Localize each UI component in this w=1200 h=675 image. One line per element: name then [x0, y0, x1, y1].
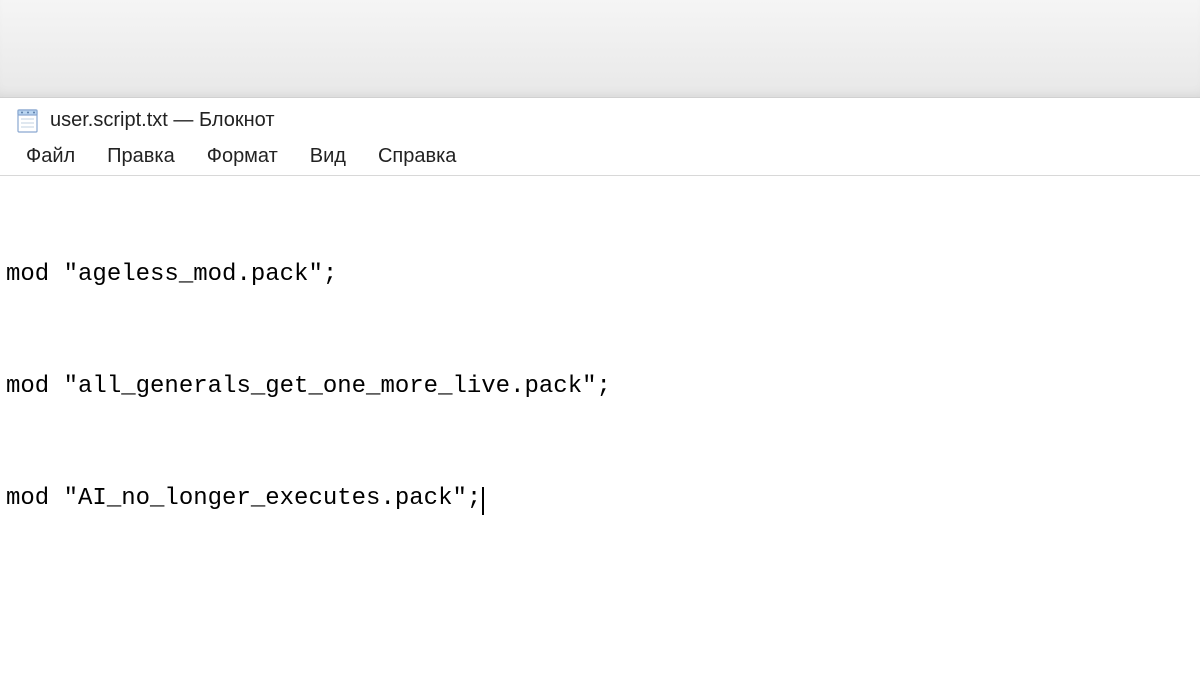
notepad-window: user.script.txt — Блокнот Файл Правка Фо…: [0, 98, 1200, 597]
menu-file[interactable]: Файл: [10, 141, 91, 172]
menu-help[interactable]: Справка: [362, 141, 472, 172]
editor-line: mod "all_generals_get_one_more_live.pack…: [6, 368, 1194, 405]
title-filename: user.script.txt: [50, 109, 168, 131]
editor-line: mod "ageless_mod.pack";: [6, 256, 1194, 293]
editor-line: mod "AI_no_longer_executes.pack";: [6, 480, 1194, 517]
menubar: Файл Правка Формат Вид Справка: [0, 138, 1200, 176]
menu-edit[interactable]: Правка: [91, 141, 191, 172]
text-editor-area[interactable]: mod "ageless_mod.pack"; mod "all_general…: [0, 176, 1200, 597]
browser-top-space: [0, 0, 1200, 98]
editor-line-text: mod "AI_no_longer_executes.pack";: [6, 485, 481, 512]
window-title: user.script.txt — Блокнот: [50, 109, 275, 132]
menu-format[interactable]: Формат: [191, 141, 294, 172]
titlebar[interactable]: user.script.txt — Блокнот: [0, 98, 1200, 138]
menu-view[interactable]: Вид: [294, 141, 362, 172]
text-cursor: [482, 487, 484, 515]
title-separator: —: [168, 109, 199, 131]
notepad-icon: [16, 107, 40, 133]
title-appname: Блокнот: [199, 109, 275, 131]
